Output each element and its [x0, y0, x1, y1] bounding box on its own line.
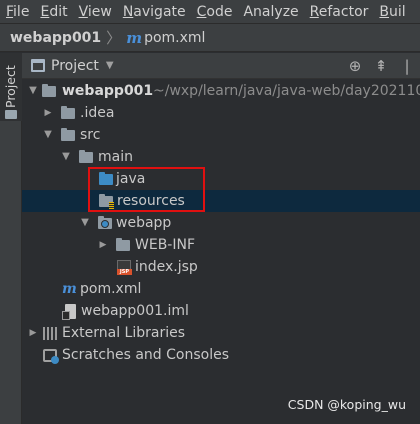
- tree-label-external-libraries: External Libraries: [62, 325, 185, 341]
- tree-label-scratches: Scratches and Consoles: [62, 347, 229, 363]
- divider-icon: |: [404, 57, 410, 75]
- tree-row-index-jsp[interactable]: index.jsp: [22, 256, 420, 278]
- breadcrumb-separator: 〉: [106, 29, 122, 47]
- tree-label-src: src: [80, 127, 101, 143]
- folder-icon: [61, 128, 75, 141]
- pane-toolbar: ⊕ ⇞ |: [342, 53, 420, 79]
- jsp-file-icon: [117, 260, 132, 275]
- menu-build[interactable]: Buil: [373, 0, 410, 23]
- tree-row-webapp[interactable]: ▼ webapp: [22, 212, 420, 234]
- folder-icon: [42, 84, 56, 97]
- menu-edit[interactable]: Edit: [34, 0, 72, 23]
- tree-label-iml: webapp001.iml: [81, 303, 189, 319]
- annotation-highlight-box: [88, 167, 205, 212]
- web-folder-icon: [98, 216, 112, 229]
- chevron-down-icon[interactable]: ▼: [60, 146, 72, 168]
- tree-row-pom[interactable]: m pom.xml: [22, 278, 420, 300]
- chevron-down-icon[interactable]: ▼: [42, 124, 54, 146]
- folder-icon: [5, 110, 17, 119]
- tree-label-webapp: webapp: [116, 215, 172, 231]
- project-pane-title[interactable]: Project: [51, 58, 99, 74]
- chevron-down-icon[interactable]: ▼: [27, 80, 39, 102]
- maven-icon: m: [126, 28, 143, 47]
- tree-label-idea: .idea: [80, 105, 115, 121]
- project-tool-tab[interactable]: Project: [0, 53, 22, 121]
- breadcrumb: webapp001 〉 m pom.xml: [0, 24, 420, 52]
- tree-label-index-jsp: index.jsp: [135, 259, 198, 275]
- project-window-icon: [31, 59, 45, 72]
- folder-icon: [116, 238, 130, 251]
- menu-code[interactable]: Code: [191, 0, 238, 23]
- tree-label-webinf: WEB-INF: [135, 237, 195, 253]
- folder-icon: [79, 150, 93, 163]
- menu-bar: File Edit View Navigate Code Analyze Ref…: [0, 0, 420, 24]
- menu-file[interactable]: File: [0, 0, 34, 23]
- tree-row-src[interactable]: ▼ src: [22, 124, 420, 146]
- menu-refactor[interactable]: Refactor: [304, 0, 374, 23]
- tree-row-resources[interactable]: resources: [22, 190, 420, 212]
- chevron-right-icon[interactable]: ▶: [42, 102, 54, 124]
- root-project-label: webapp001: [62, 83, 154, 99]
- menu-navigate[interactable]: Navigate: [117, 0, 191, 23]
- crosshair-icon[interactable]: ⊕: [342, 57, 368, 75]
- root-project-path: ~/wxp/learn/java/java-web/day2021101: [153, 83, 420, 99]
- tree-label-pom: pom.xml: [80, 281, 142, 297]
- tree-row-scratches[interactable]: Scratches and Consoles: [22, 344, 420, 366]
- tree-row-main[interactable]: ▼ main: [22, 146, 420, 168]
- library-icon: [43, 327, 58, 340]
- tree-row-idea[interactable]: ▶ .idea: [22, 102, 420, 124]
- module-file-icon: [62, 304, 76, 320]
- tree-row-webinf[interactable]: ▶ WEB-INF: [22, 234, 420, 256]
- chevron-right-icon[interactable]: ▶: [97, 234, 109, 256]
- chevron-right-icon[interactable]: ▶: [27, 322, 39, 344]
- tree-label-main: main: [98, 149, 133, 165]
- project-tool-tab-label: Project: [3, 65, 18, 109]
- breadcrumb-file[interactable]: pom.xml: [144, 30, 205, 46]
- tree-row-external-libraries[interactable]: ▶ External Libraries: [22, 322, 420, 344]
- tree-row-java[interactable]: java: [22, 168, 420, 190]
- collapse-all-icon[interactable]: ⇞: [368, 57, 394, 75]
- tree-row-iml[interactable]: webapp001.iml: [22, 300, 420, 322]
- chevron-down-icon[interactable]: ▼: [79, 212, 91, 234]
- left-tool-strip: Project: [0, 53, 22, 424]
- watermark: CSDN @koping_wu: [287, 397, 406, 412]
- menu-analyze[interactable]: Analyze: [237, 0, 303, 23]
- folder-icon: [61, 106, 75, 119]
- menu-view[interactable]: View: [73, 0, 117, 23]
- breadcrumb-project[interactable]: webapp001: [10, 30, 101, 46]
- chevron-down-icon[interactable]: ▼: [106, 60, 114, 71]
- project-tree: ▼ webapp001 ~/wxp/learn/java/java-web/da…: [22, 79, 420, 424]
- tree-row-root[interactable]: ▼ webapp001 ~/wxp/learn/java/java-web/da…: [22, 80, 420, 102]
- scratch-icon: [43, 349, 59, 364]
- maven-icon: m: [62, 281, 77, 297]
- project-pane-header: Project ▼ ⊕ ⇞ |: [22, 53, 420, 79]
